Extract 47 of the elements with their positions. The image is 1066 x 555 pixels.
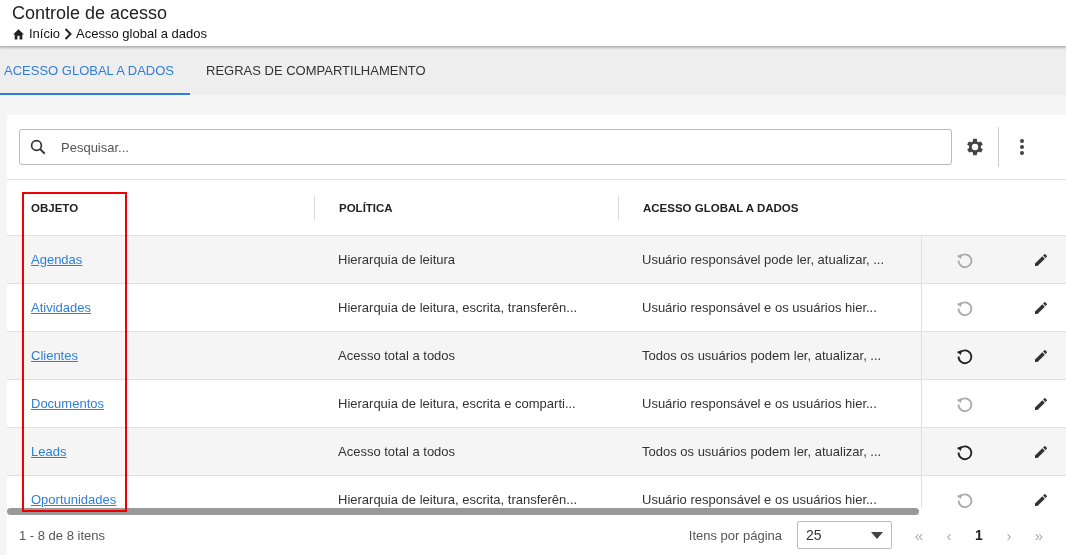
table-cell: Usuário responsável e os usuários hier... <box>642 492 877 507</box>
scrollbar[interactable] <box>7 508 919 515</box>
table-cell: Hierarquia de leitura, escrita e comparti... <box>338 396 576 411</box>
object-link[interactable]: Clientes <box>31 348 78 363</box>
object-link[interactable]: Atividades <box>31 300 91 315</box>
table-cell: Usuário responsável e os usuários hier... <box>642 396 877 411</box>
table-cell: Todos os usuários podem ler, atualizar, ... <box>642 348 882 363</box>
search-field[interactable]: Pesquisar... <box>19 129 952 165</box>
object-link[interactable]: Oportunidades <box>31 492 117 507</box>
table-cell: Hierarquia de leitura, escrita, transferên... <box>338 492 578 507</box>
table-cell: Hierarquia de leitura, escrita, transferên... <box>338 300 578 315</box>
first-page-button[interactable]: « <box>904 521 934 549</box>
item-count: 1 - 8 de 8 itens <box>19 527 106 543</box>
table-cell: Hierarquia de leitura <box>338 252 456 267</box>
caret-icon <box>871 531 883 539</box>
tab[interactable]: REGRAS DE COMPARTILHAMENTO <box>190 47 442 95</box>
settings-icon[interactable] <box>964 136 986 158</box>
object-link[interactable]: Agendas <box>31 252 83 267</box>
previous-page-button[interactable]: ‹ <box>934 521 964 549</box>
object-link[interactable]: Leads <box>31 444 67 459</box>
page-button[interactable]: 1 <box>964 521 994 549</box>
page-size-label: Itens por página <box>688 527 782 543</box>
object-link[interactable]: Documentos <box>31 396 104 411</box>
pencil-icon[interactable] <box>1033 251 1049 268</box>
table-cell: Acesso total a todos <box>338 348 456 363</box>
pencil-icon[interactable] <box>1033 443 1049 460</box>
column-header: POLÍTICA <box>314 194 393 221</box>
next-page-button[interactable]: › <box>994 521 1024 549</box>
table-cell: Todos os usuários podem ler, atualizar, ... <box>642 444 882 459</box>
page-size-select[interactable]: 25 <box>797 521 892 549</box>
column-header: OBJETO <box>30 200 79 216</box>
more-options-icon[interactable] <box>1019 138 1025 156</box>
chevron-right-icon <box>64 27 73 40</box>
table-cell: Acesso total a todos <box>338 444 456 459</box>
table-cell: Usuário responsável pode ler, atualizar, ... <box>642 252 885 267</box>
breadcrumb-current: Acesso global a dados <box>76 26 207 41</box>
tab[interactable]: ACESSO GLOBAL A DADOS <box>0 47 191 95</box>
pencil-icon[interactable] <box>1033 299 1049 316</box>
pencil-icon[interactable] <box>1033 491 1049 508</box>
page-title: Controle de acesso <box>12 3 169 23</box>
last-page-button[interactable]: » <box>1024 521 1054 549</box>
column-header: ACESSO GLOBAL A DADOS <box>618 194 799 221</box>
home-icon <box>12 27 25 40</box>
pencil-icon[interactable] <box>1033 347 1049 364</box>
table-cell: Usuário responsável e os usuários hier... <box>642 300 877 315</box>
breadcrumb-link[interactable]: Início <box>29 26 61 41</box>
pencil-icon[interactable] <box>1033 395 1049 412</box>
